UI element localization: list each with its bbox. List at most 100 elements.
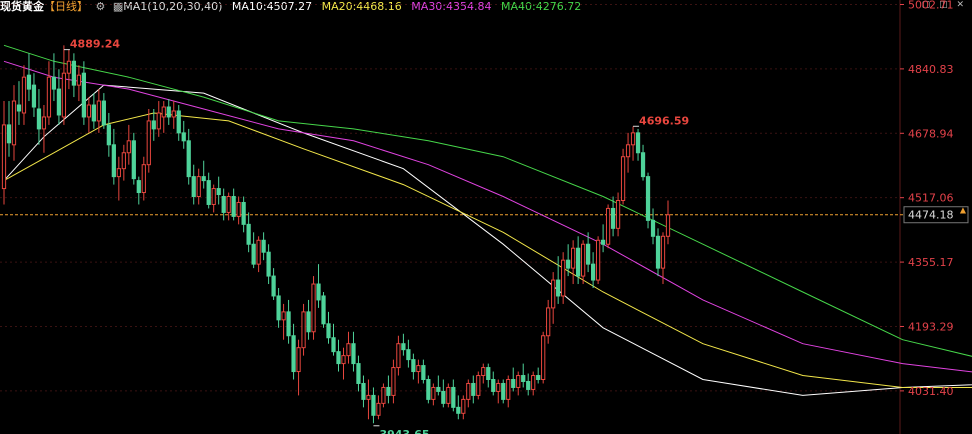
candle: [111, 128, 116, 185]
candle-body: [51, 76, 57, 90]
candle: [101, 93, 106, 129]
candle: [346, 331, 351, 364]
price-axis: 5002.71 4840.83 4678.94 4517.06 4355.17 4193.…: [900, 0, 969, 398]
candle: [336, 339, 341, 372]
candle-body: [401, 343, 406, 351]
candle: [660, 232, 666, 285]
candle: [71, 53, 77, 98]
moving-average-lines: [3, 44, 972, 396]
candle: [81, 61, 87, 125]
candle: [271, 268, 276, 300]
candle-body: [6, 124, 12, 144]
candle: [306, 299, 311, 340]
candle: [1, 101, 7, 205]
candle: [141, 156, 146, 201]
candle-body: [111, 144, 116, 178]
candle: [446, 383, 451, 408]
candle: [356, 355, 361, 392]
candle-body: [251, 243, 256, 265]
candle-body: [386, 386, 391, 396]
candle-body: [241, 201, 246, 225]
candle-body: [296, 347, 301, 373]
candle: [461, 395, 466, 420]
candle-body: [311, 283, 316, 333]
candle-body: [41, 116, 47, 130]
candle-body: [136, 180, 141, 194]
candle-body: [226, 196, 231, 213]
candle-body: [431, 386, 436, 400]
candle: [376, 395, 381, 420]
candle-body: [336, 351, 341, 365]
candle-body: [436, 386, 441, 392]
current-price-label: 4474.18: [908, 209, 954, 222]
candle: [166, 99, 171, 125]
candle: [126, 124, 131, 165]
candle: [251, 232, 256, 269]
candle-body: [176, 110, 181, 134]
candle: [421, 359, 426, 384]
candle: [46, 61, 52, 125]
candle: [331, 323, 336, 356]
candle: [66, 49, 72, 90]
candle-body: [316, 283, 321, 301]
candle: [366, 379, 371, 420]
candle: [456, 395, 461, 420]
candle-body: [11, 100, 17, 146]
candle-body: [396, 343, 401, 369]
candle-body: [196, 176, 201, 198]
candle-body: [351, 343, 356, 365]
candle: [116, 156, 121, 201]
candle-body: [346, 343, 351, 357]
candle-body: [655, 235, 661, 269]
candle: [261, 232, 266, 261]
candle: [26, 53, 32, 102]
candle: [16, 81, 22, 125]
candle-body: [571, 247, 576, 269]
candle-body: [665, 214, 671, 237]
candle-body: [231, 196, 236, 217]
candle-body: [526, 380, 531, 390]
candle: [635, 128, 641, 161]
candle: [281, 303, 286, 340]
candle-body: [146, 120, 151, 166]
candle: [106, 112, 111, 157]
candle-body: [191, 176, 196, 198]
candle-body: [506, 379, 511, 400]
candle: [471, 375, 476, 404]
candle-body: [421, 365, 426, 381]
candle-body: [96, 100, 101, 122]
candlestick-chart[interactable]: 5002.71 4840.83 4678.94 4517.06 4355.17 4193.…: [0, 0, 972, 434]
candle-body: [216, 188, 221, 196]
candle: [605, 204, 611, 249]
candle-body: [16, 104, 22, 112]
candle: [401, 333, 406, 356]
candle-body: [206, 180, 211, 205]
candle-body: [186, 140, 191, 178]
candle: [316, 264, 321, 308]
candle-body: [266, 251, 271, 277]
candle: [595, 236, 601, 285]
candle: [326, 311, 331, 344]
candle-body: [576, 247, 581, 277]
candle-body: [211, 188, 216, 205]
candle: [61, 45, 67, 125]
candle-body: [566, 259, 571, 269]
candle: [665, 200, 671, 245]
candle-body: [91, 104, 96, 122]
candle: [491, 371, 496, 396]
candle: [146, 108, 151, 173]
y-tick-label: 5002.71: [908, 0, 954, 11]
candle-body: [605, 207, 611, 245]
candle: [546, 299, 551, 344]
candle: [96, 89, 101, 133]
candle-body: [36, 108, 42, 130]
candle: [176, 105, 181, 141]
candle: [161, 101, 166, 133]
candle: [36, 89, 42, 145]
candle: [216, 176, 221, 205]
candle-body: [416, 365, 421, 373]
candle-body: [630, 132, 636, 146]
candle: [136, 176, 141, 205]
candle-body: [581, 243, 586, 277]
candle: [226, 192, 231, 221]
